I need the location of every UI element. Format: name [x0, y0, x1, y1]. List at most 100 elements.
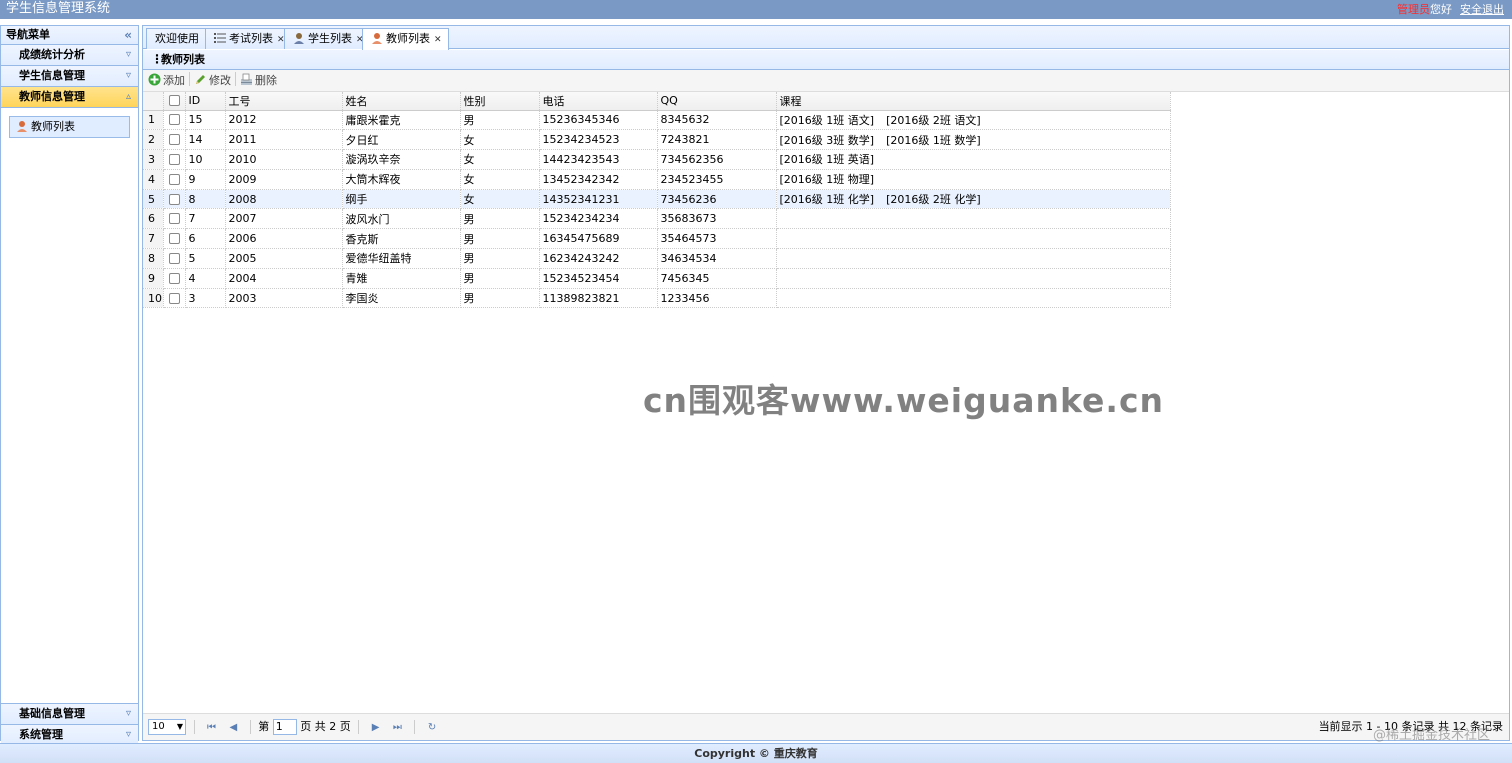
- accordion-score-analysis[interactable]: 成绩统计分析 ▿: [1, 45, 138, 66]
- accordion-basic-info[interactable]: 基础信息管理 ▿: [1, 704, 138, 725]
- delete-button[interactable]: 删除: [240, 70, 277, 91]
- delete-label: 删除: [255, 74, 277, 87]
- tab-exam-list[interactable]: 考试列表 ✕: [205, 28, 292, 49]
- table-row[interactable]: 5 8 2008 纲手女 14352341231 73456236 [2016级 1班 化学…: [143, 189, 1171, 210]
- last-page-icon[interactable]: ⏭: [393, 715, 402, 741]
- cell-courses: [776, 288, 1171, 309]
- row-checkbox[interactable]: [168, 193, 180, 205]
- cell-qq: 734562356: [657, 149, 777, 170]
- row-number: 8: [143, 248, 164, 269]
- table-row[interactable]: 7 6 2006 香克斯男 16345475689 35464573: [143, 228, 1171, 250]
- cell-phone: 13452342342: [539, 169, 658, 190]
- cell-staff-no: 2004: [225, 268, 343, 289]
- chevron-down-icon: ▿: [125, 70, 131, 81]
- edit-button[interactable]: 修改: [194, 70, 231, 91]
- row-checkbox[interactable]: [168, 272, 180, 284]
- table-row[interactable]: 2 14 2011 夕日红女 15234234523 7243821 [2016级 3班 数…: [143, 129, 1171, 151]
- nav-sidebar: 导航菜单 « 成绩统计分析 ▿ 学生信息管理 ▿ 教师信息管理 ▵ 教师列表 基…: [0, 25, 139, 746]
- tab-label: 考试列表: [229, 32, 273, 45]
- column-header[interactable]: 电话: [539, 92, 658, 111]
- cell-name: 香克斯: [342, 228, 461, 250]
- column-header[interactable]: 工号: [225, 92, 343, 111]
- row-number: 5: [143, 189, 164, 210]
- accordion-teacher-management[interactable]: 教师信息管理 ▵: [1, 87, 138, 108]
- row-checkbox[interactable]: [168, 114, 180, 126]
- cell-name: 爱德华纽盖特: [342, 248, 461, 269]
- page-size-select[interactable]: 10 ▼: [148, 719, 186, 735]
- tab-student-list[interactable]: 学生列表 ✕: [284, 28, 371, 49]
- column-header[interactable]: QQ: [657, 92, 777, 111]
- select-all-header[interactable]: [163, 92, 186, 111]
- table-row[interactable]: 1 15 2012 庸跟米霍克男 15236345346 8345632 [2016级 1班…: [143, 110, 1171, 131]
- course-tag: [2016级 2班 语文]: [886, 113, 981, 127]
- row-select[interactable]: [163, 129, 186, 151]
- grid-toolbar: 添加 修改 删除: [143, 70, 1509, 92]
- cell-courses: [2016级 1班 英语]: [776, 149, 1171, 170]
- tab-label: 教师列表: [386, 32, 430, 45]
- refresh-icon[interactable]: ↻: [428, 715, 436, 741]
- table-row[interactable]: 3 10 2010 漩涡玖辛奈女 14423423543 734562356 [2016级 …: [143, 149, 1171, 170]
- cell-staff-no: 2012: [225, 110, 343, 131]
- cell-phone: 15234234523: [539, 129, 658, 151]
- collapse-sidebar-icon[interactable]: «: [124, 26, 132, 44]
- next-page-icon[interactable]: ▶: [372, 715, 380, 741]
- cell-name: 波风水门: [342, 208, 461, 230]
- row-select[interactable]: [163, 110, 186, 131]
- tab-teacher-list[interactable]: 教师列表 ✕: [362, 28, 449, 50]
- row-number: 1: [143, 110, 164, 131]
- row-checkbox[interactable]: [168, 292, 180, 304]
- add-button[interactable]: 添加: [148, 70, 185, 91]
- accordion-label: 系统管理: [19, 728, 63, 741]
- row-checkbox[interactable]: [168, 252, 180, 264]
- column-header[interactable]: ID: [185, 92, 226, 111]
- close-icon[interactable]: ✕: [434, 35, 442, 45]
- row-checkbox[interactable]: [168, 233, 180, 245]
- cell-qq: 234523455: [657, 169, 777, 190]
- table-row[interactable]: 6 7 2007 波风水门男 15234234234 35683673: [143, 208, 1171, 230]
- column-header[interactable]: 性别: [460, 92, 540, 111]
- row-select[interactable]: [163, 149, 186, 170]
- cell-name: 庸跟米霍克: [342, 110, 461, 131]
- row-number: 6: [143, 208, 164, 230]
- table-row[interactable]: 10 3 2003 李国炎男 11389823821 1233456: [143, 288, 1171, 309]
- row-select[interactable]: [163, 268, 186, 289]
- panel-title: 教师列表: [161, 53, 205, 66]
- row-checkbox[interactable]: [168, 134, 180, 146]
- table-row[interactable]: 4 9 2009 大筒木辉夜女 13452342342 234523455 [2016级 1…: [143, 169, 1171, 190]
- page-number-input[interactable]: 1: [272, 719, 297, 735]
- row-select[interactable]: [163, 189, 186, 210]
- cell-qq: 35683673: [657, 208, 777, 230]
- row-select[interactable]: [163, 248, 186, 269]
- row-select[interactable]: [163, 228, 186, 250]
- table-row[interactable]: 9 4 2004 青雉男 15234523454 7456345: [143, 268, 1171, 289]
- tab-bar: 欢迎使用 考试列表 ✕ 学生列表 ✕ 教师列表 ✕: [143, 26, 1509, 50]
- row-select[interactable]: [163, 169, 186, 190]
- page-prefix: 第: [258, 720, 270, 733]
- first-page-icon[interactable]: ⏮: [207, 715, 216, 741]
- accordion-student-management[interactable]: 学生信息管理 ▿: [1, 66, 138, 87]
- select-all-checkbox[interactable]: [168, 95, 180, 107]
- logout-link[interactable]: 安全退出: [1460, 3, 1504, 16]
- row-select[interactable]: [163, 288, 186, 309]
- row-number: 7: [143, 228, 164, 250]
- column-header[interactable]: 课程: [776, 92, 1171, 111]
- panel-title-bar: ⋮ 教师列表: [143, 50, 1509, 70]
- toolbar-divider: [189, 72, 190, 86]
- menu-item-teacher-list[interactable]: 教师列表: [9, 116, 130, 138]
- column-header[interactable]: 姓名: [342, 92, 461, 111]
- row-checkbox[interactable]: [168, 173, 180, 185]
- grid-header-row: ID 工号 姓名 性别 电话 QQ 课程: [143, 92, 1171, 111]
- panel-menu-icon[interactable]: ⋮: [151, 52, 163, 66]
- tab-welcome[interactable]: 欢迎使用: [146, 28, 206, 49]
- row-checkbox[interactable]: [168, 153, 180, 165]
- chevron-down-icon: ▿: [125, 49, 131, 60]
- row-select[interactable]: [163, 208, 186, 230]
- cell-id: 8: [185, 189, 226, 210]
- row-checkbox[interactable]: [168, 213, 180, 225]
- tab-label: 欢迎使用: [155, 32, 199, 45]
- table-row[interactable]: 8 5 2005 爱德华纽盖特男 16234243242 34634534: [143, 248, 1171, 269]
- delete-icon: [241, 73, 252, 85]
- cell-name: 漩涡玖辛奈: [342, 149, 461, 170]
- cell-qq: 7456345: [657, 268, 777, 289]
- prev-page-icon[interactable]: ◀: [230, 715, 238, 741]
